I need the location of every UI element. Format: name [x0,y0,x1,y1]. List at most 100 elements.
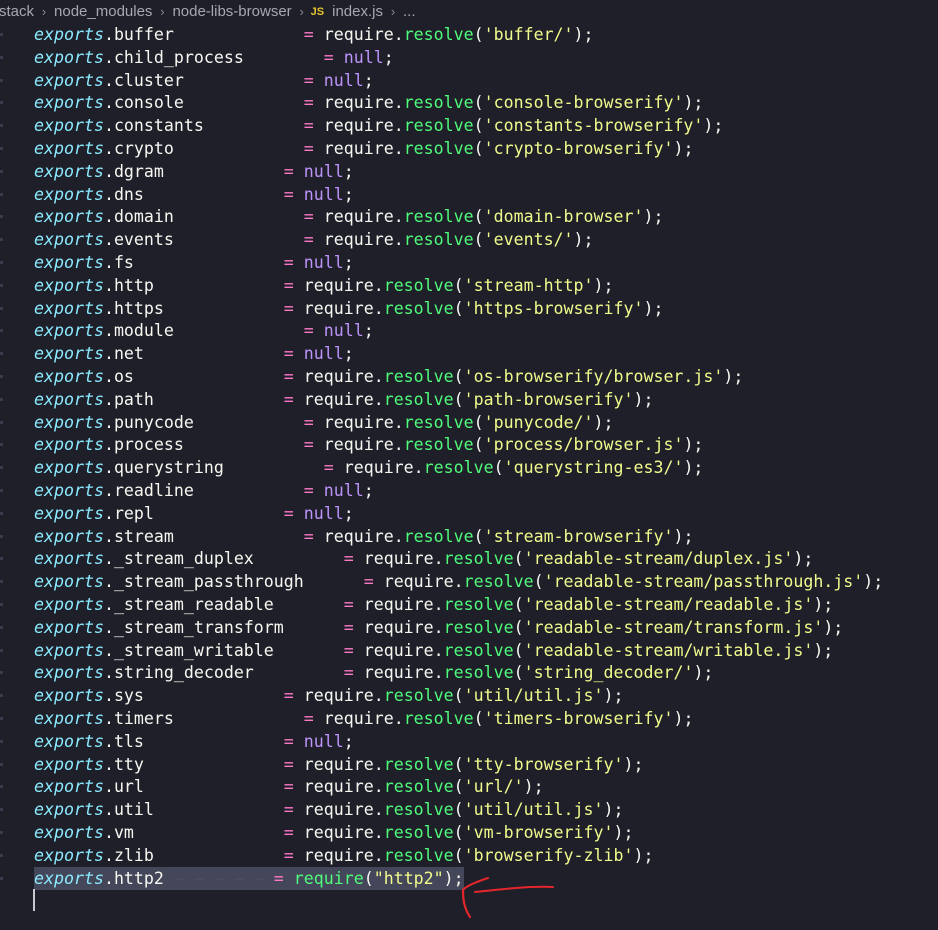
breadcrumb-item-stack[interactable]: stack [0,3,35,20]
token-open-paren: ( [473,412,484,432]
code-line[interactable]: exports.dns = null; [0,183,938,206]
code-line[interactable]: exports._stream_transform = require.reso… [0,616,938,639]
breadcrumb-item-node-libs-browser[interactable]: node-libs-browser [171,3,292,20]
token-resolve: resolve [463,572,534,592]
code-line[interactable]: exports.tty = require.resolve('tty-brows… [0,753,938,776]
code-editor[interactable]: exports.buffer = require.resolve('buffer… [0,23,938,930]
token-string: 'string_decoder/' [523,663,694,683]
token-dot: . [373,367,384,386]
token-property: url [113,777,144,797]
gutter-indent-marker [0,55,3,59]
token-exports: exports [34,640,104,660]
code-line[interactable]: exports.os = require.resolve('os-browser… [0,365,938,388]
code-line[interactable]: exports.tls = null; [0,730,938,753]
gutter-indent-marker [0,625,3,629]
token-require: require [303,298,374,318]
token-require: require [303,389,374,409]
token-open-paren: ( [513,640,524,660]
code-line[interactable]: exports.string_decoder = require.resolve… [0,661,938,684]
gutter-indent-marker [0,717,3,720]
token-dot: . [103,25,114,44]
code-line[interactable]: exports.dgram = null; [0,160,938,183]
token-assign-operator: = [283,298,304,318]
token-exports: exports [34,321,104,341]
token-resolve: resolve [383,754,454,774]
code-line[interactable]: exports.http = require.resolve('stream-h… [0,274,938,297]
token-property: net [113,344,144,364]
token-assign-operator: = [283,845,304,865]
token-dot: . [103,253,114,272]
breadcrumb-ellipsis[interactable]: ... [402,3,417,20]
code-line[interactable]: exports.fs = null; [0,251,938,274]
code-line[interactable]: exports.sys = require.resolve('util/util… [0,684,938,707]
gutter-indent-marker [0,443,3,447]
code-line[interactable]: exports.events = require.resolve('events… [0,228,938,251]
code-line[interactable]: exports.path = require.resolve('path-bro… [0,388,938,411]
code-line[interactable]: exports.util = require.resolve('util/uti… [0,798,938,821]
code-line[interactable]: exports.module = null; [0,319,938,342]
code-text: exports._stream_passthrough = require.re… [34,570,883,593]
code-line[interactable]: exports.readline = null; [0,479,938,502]
token-resolve: resolve [383,823,454,842]
token-assign-operator: = [303,25,324,44]
code-line[interactable]: exports._stream_duplex = require.resolve… [0,547,938,570]
code-line[interactable]: exports.domain = require.resolve('domain… [0,205,938,228]
token-assign-operator: = [343,595,364,614]
code-line[interactable]: exports.crypto = require.resolve('crypto… [0,137,938,160]
token-dot: . [373,800,384,820]
code-line[interactable]: exports.punycode = require.resolve('puny… [0,411,938,434]
code-line[interactable]: exports._stream_passthrough = require.re… [0,570,938,593]
code-line[interactable]: exports.child_process = null; [0,46,938,69]
token-open-paren: ( [473,25,484,44]
token-string: 'path-browserify' [463,389,634,409]
token-dot: . [103,298,114,318]
token-exports: exports [34,823,104,842]
code-line[interactable]: exports.stream = require.resolve('stream… [0,525,938,548]
token-property: events [113,230,174,250]
token-require: require [383,572,454,592]
token-close: ); [673,526,694,546]
token-assign-operator: = [303,412,324,432]
token-assign-operator: = [283,367,304,386]
token-require: require [303,800,374,820]
code-line[interactable]: exports._stream_writable = require.resol… [0,639,938,662]
code-line[interactable]: exports.url = require.resolve('url/'); [0,775,938,798]
token-string: 'readable-stream/readable.js' [523,595,814,614]
code-line[interactable]: exports._stream_readable = require.resol… [0,593,938,616]
token-padding [164,299,284,318]
code-line[interactable]: exports.https = require.resolve('https-b… [0,297,938,320]
token-property: child_process [113,47,244,67]
breadcrumb-item-index-js[interactable]: index.js [331,3,384,20]
token-dot: . [103,47,114,67]
code-line[interactable]: exports.process = require.resolve('proce… [0,433,938,456]
token-padding [174,527,304,546]
code-line[interactable]: exports.constants = require.resolve('con… [0,114,938,137]
token-string: 'process/browser.js' [483,435,684,455]
code-line[interactable]: exports.buffer = require.resolve('buffer… [0,23,938,46]
token-padding [174,207,304,226]
token-dot: . [103,275,114,295]
code-line[interactable]: exports.zlib = require.resolve('browseri… [0,844,938,867]
token-assign-operator: = [343,549,364,569]
code-text: exports.repl = null; [34,502,354,525]
code-line[interactable]: exports.vm = require.resolve('vm-browser… [0,821,938,844]
token-exports: exports [34,845,104,865]
code-line[interactable]: exports.repl = null; [0,502,938,525]
code-text: exports.util = require.resolve('util/uti… [34,798,624,821]
code-line[interactable]: exports.timers = require.resolve('timers… [0,707,938,730]
token-resolve: resolve [383,777,454,797]
code-line[interactable]: exports.querystring = require.resolve('q… [0,456,938,479]
gutter-indent-marker [0,375,3,378]
token-exports: exports [34,663,104,683]
code-line[interactable]: exports.net = null; [0,342,938,365]
token-dot: . [103,412,114,432]
token-assign-operator: = [303,207,324,227]
code-text: exports.crypto = require.resolve('crypto… [34,137,693,160]
code-line[interactable]: exports.cluster = null; [0,69,938,92]
token-require: require [303,845,374,865]
token-resolve: resolve [403,207,474,227]
code-line[interactable]: exports.console = require.resolve('conso… [0,91,938,114]
token-close: ); [723,367,744,386]
breadcrumb-item-node-modules[interactable]: node_modules [53,3,153,20]
code-text: exports.domain = require.resolve('domain… [34,205,663,228]
